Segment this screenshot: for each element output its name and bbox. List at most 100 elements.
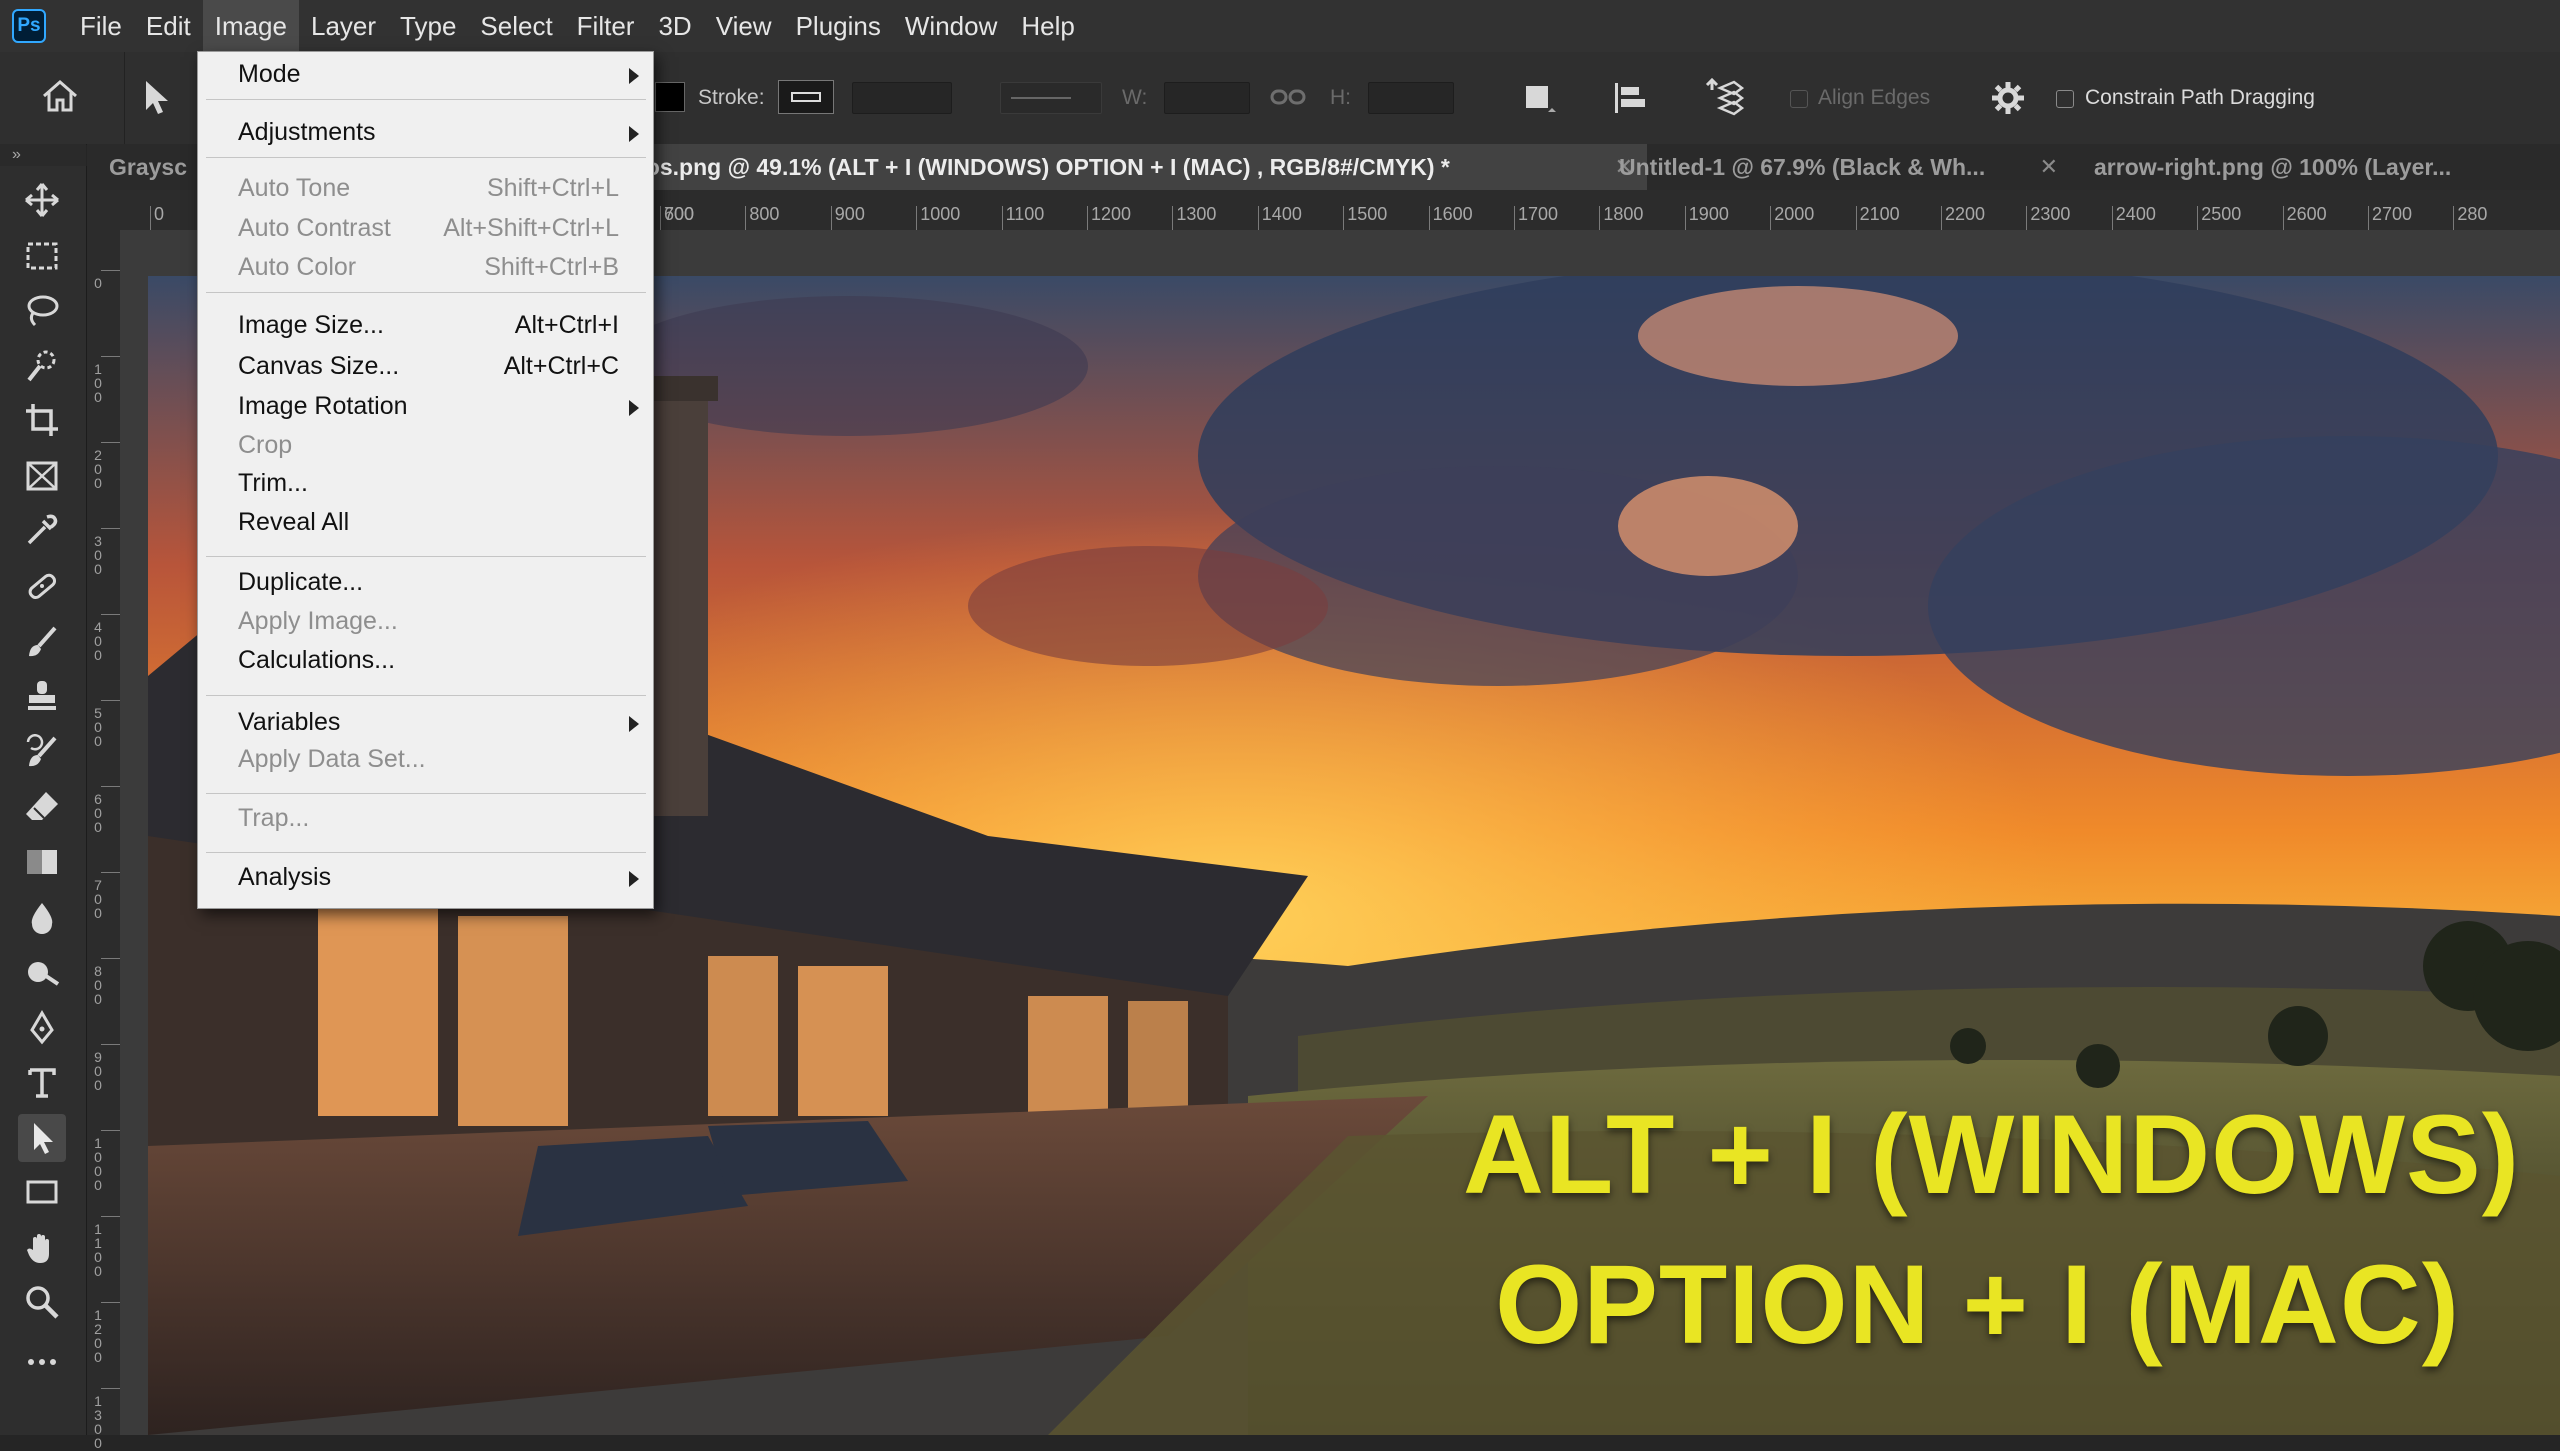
constrain-path-label: Constrain Path Dragging — [2085, 86, 2315, 109]
zoom-icon[interactable] — [18, 1278, 66, 1326]
image-menu-item-canvas-size[interactable]: Canvas Size... Alt+Ctrl+C — [198, 350, 655, 386]
brush-icon[interactable] — [18, 618, 66, 666]
width-label: W: — [1122, 86, 1148, 109]
menu-item-shortcut: Alt+Ctrl+I — [514, 311, 619, 339]
menu-plugins[interactable]: Plugins — [784, 0, 893, 52]
ruler-label: 1300 — [1176, 204, 1217, 224]
menu-separator — [206, 556, 646, 557]
document-tab[interactable]: Untitled-1 @ 67.9% (Black & Wh... ✕ — [1597, 144, 2072, 190]
ruler-label: 0 — [94, 275, 102, 291]
align-edges-checkbox[interactable] — [1790, 90, 1808, 108]
image-menu-item-variables[interactable]: Variables — [198, 706, 655, 742]
gradient-icon[interactable] — [18, 838, 66, 886]
image-menu-item-reveal-all[interactable]: Reveal All — [198, 506, 655, 542]
ruler-label: 2100 — [1859, 204, 1900, 224]
lasso-icon[interactable] — [18, 286, 66, 334]
menu-item-label: Adjustments — [238, 118, 376, 146]
quick-select-icon[interactable] — [18, 342, 66, 390]
ruler-tick — [101, 356, 120, 357]
menu-window[interactable]: Window — [893, 0, 1009, 52]
image-menu-item-mode[interactable]: Mode — [198, 58, 655, 94]
ruler-tick — [101, 442, 120, 443]
pen-icon[interactable] — [18, 1004, 66, 1052]
image-menu-item-image-rotation[interactable]: Image Rotation — [198, 390, 655, 426]
image-menu-item-image-size[interactable]: Image Size... Alt+Ctrl+I — [198, 309, 655, 345]
crop-icon[interactable] — [18, 396, 66, 444]
document-tab[interactable]: photos.png @ 49.1% (ALT + I (WINDOWS) OP… — [607, 144, 1647, 190]
gear-icon[interactable] — [1990, 80, 2026, 121]
menu-filter[interactable]: Filter — [565, 0, 647, 52]
height-field[interactable] — [1368, 82, 1454, 114]
submenu-arrow-icon — [629, 871, 639, 887]
menu-image[interactable]: Image — [202, 0, 299, 52]
document-tab[interactable]: Grayscale — [87, 144, 187, 190]
stroke-label: Stroke: — [698, 86, 765, 109]
history-brush-icon[interactable] — [18, 728, 66, 776]
path-operations-icon[interactable] — [1522, 80, 1556, 121]
stamp-icon[interactable] — [18, 672, 66, 720]
document-tab[interactable]: arrow-right.png @ 100% (Layer...✕ — [2072, 144, 2560, 190]
toolbar-collapse-toggle[interactable]: » — [0, 144, 86, 166]
menu-edit[interactable]: Edit — [134, 0, 203, 52]
home-icon[interactable] — [40, 78, 80, 119]
menu-separator — [206, 793, 646, 794]
close-tab-icon[interactable]: ✕ — [2040, 144, 2058, 190]
ruler-tick — [101, 1216, 120, 1217]
menu-3d[interactable]: 3D — [646, 0, 703, 52]
image-menu-item-duplicate[interactable]: Duplicate... — [198, 566, 655, 602]
ruler-label: 6 0 0 — [94, 791, 102, 835]
photoshop-logo-icon[interactable]: Ps — [12, 9, 46, 43]
rectangle-icon[interactable] — [18, 1168, 66, 1216]
hand-icon[interactable] — [18, 1224, 66, 1272]
path-select-icon[interactable] — [18, 1114, 66, 1162]
stroke-swatch[interactable] — [778, 80, 834, 114]
constrain-path-checkbox[interactable] — [2056, 90, 2074, 108]
ruler-label: 5 0 0 — [94, 705, 102, 749]
image-menu-item-trim[interactable]: Trim... — [198, 467, 655, 503]
ruler-label: 1 2 0 0 — [94, 1307, 102, 1365]
link-icon[interactable] — [1270, 84, 1306, 115]
marquee-icon[interactable] — [18, 232, 66, 280]
menu-help[interactable]: Help — [1009, 0, 1086, 52]
fill-swatch[interactable] — [655, 82, 685, 112]
path-arrangement-icon[interactable] — [1704, 77, 1745, 121]
menu-item-label: Auto Tone — [238, 174, 351, 202]
path-select-tool-preset-icon[interactable] — [140, 78, 174, 121]
blur-icon[interactable] — [18, 894, 66, 942]
eyedropper-icon[interactable] — [18, 506, 66, 554]
frame-icon[interactable] — [18, 452, 66, 500]
path-alignment-icon[interactable] — [1612, 80, 1648, 121]
more-icon[interactable] — [18, 1338, 66, 1386]
submenu-arrow-icon — [629, 400, 639, 416]
image-menu-item-analysis[interactable]: Analysis — [198, 861, 655, 897]
stroke-width-field[interactable] — [852, 82, 952, 114]
ruler-label: 700 — [664, 204, 695, 224]
type-icon[interactable] — [18, 1058, 66, 1106]
menu-item-label: Trap... — [238, 804, 310, 832]
ruler-label: 1700 — [1518, 204, 1559, 224]
align-edges-label: Align Edges — [1818, 86, 1931, 109]
ruler-label: 900 — [834, 204, 865, 224]
eraser-icon[interactable] — [18, 782, 66, 830]
menu-item-label: Trim... — [238, 469, 308, 497]
width-field[interactable] — [1164, 82, 1250, 114]
menu-view[interactable]: View — [704, 0, 784, 52]
image-menu-item-crop: Crop — [198, 429, 655, 465]
healing-icon[interactable] — [18, 562, 66, 610]
image-menu-item-trap: Trap... — [198, 802, 655, 838]
menu-layer[interactable]: Layer — [299, 0, 388, 52]
move-icon[interactable] — [18, 176, 66, 224]
ruler-tick — [101, 614, 120, 615]
ruler-label: 1 0 0 0 — [94, 1135, 102, 1193]
image-menu-item-calculations[interactable]: Calculations... — [198, 644, 655, 680]
menu-separator — [206, 852, 646, 853]
menu-item-label: Image Rotation — [238, 392, 408, 420]
menu-file[interactable]: File — [68, 0, 134, 52]
stroke-type-dropdown[interactable] — [1000, 82, 1102, 114]
menu-type[interactable]: Type — [388, 0, 468, 52]
menu-select[interactable]: Select — [468, 0, 564, 52]
image-menu-item-adjustments[interactable]: Adjustments — [198, 116, 655, 152]
ruler-tick — [101, 528, 120, 529]
menu-bar: Ps File Edit Image Layer Type Select Filter 3D V… — [0, 0, 2560, 52]
dodge-icon[interactable] — [18, 948, 66, 996]
